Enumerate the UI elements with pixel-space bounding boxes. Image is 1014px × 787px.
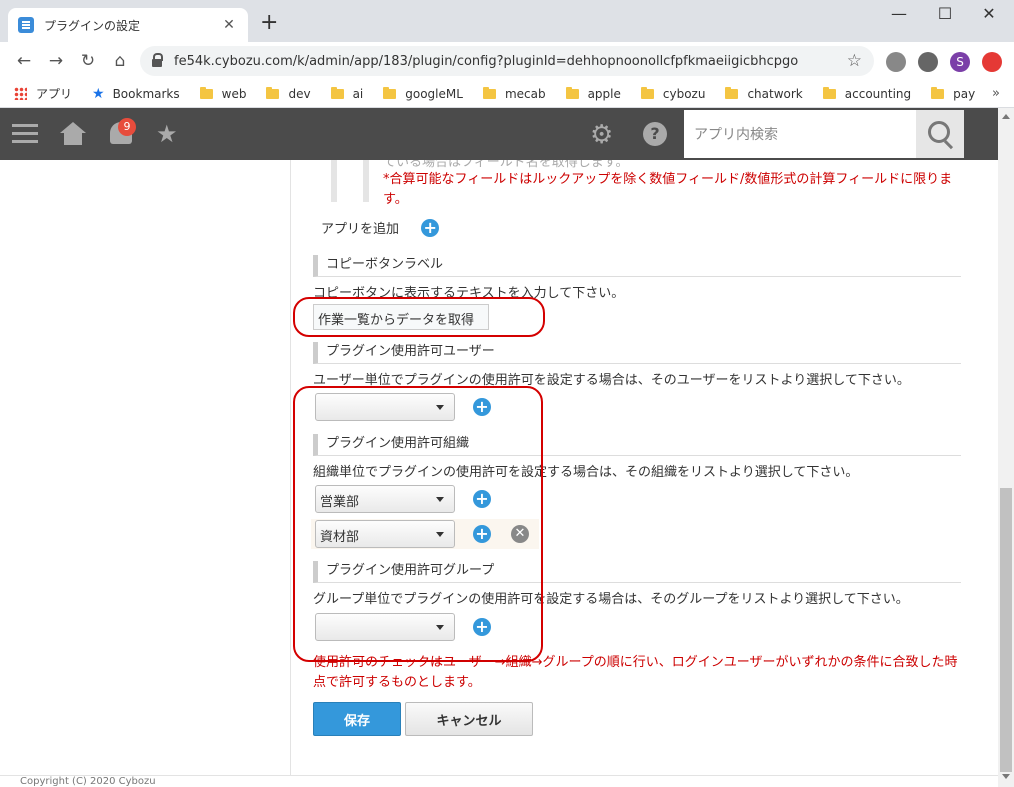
bookmark-folder[interactable]: pay [931, 86, 975, 101]
bookmark-folder[interactable]: dev [266, 86, 311, 101]
save-button[interactable]: 保存 [313, 702, 401, 736]
bookmark-folder[interactable]: ai [330, 86, 363, 101]
bookmark-folder[interactable]: cybozu [640, 86, 705, 101]
bookmark-folder[interactable]: chatwork [725, 86, 803, 101]
annotation-outline [293, 297, 545, 337]
notification-badge: 9 [118, 118, 136, 136]
back-button[interactable]: ← [8, 51, 40, 71]
tab-title: プラグインの設定 [44, 18, 141, 33]
bookmark-folder[interactable]: accounting [822, 86, 911, 101]
app-search-input[interactable]: アプリ内検索 [684, 110, 916, 158]
profile-avatar[interactable]: S [950, 52, 970, 72]
left-pane [0, 160, 290, 775]
reload-button[interactable]: ↻ [72, 51, 104, 71]
search-icon[interactable] [916, 110, 964, 158]
scroll-up-arrow-icon[interactable] [1002, 114, 1010, 119]
minimize-button[interactable]: — [876, 4, 922, 23]
kintone-favicon-icon [18, 17, 34, 33]
bookmarks-star-icon: ★ [92, 85, 105, 102]
menu-icon[interactable] [12, 124, 38, 127]
folder-icon [725, 86, 739, 99]
folder-icon [565, 86, 579, 99]
new-tab-button[interactable]: + [260, 12, 278, 34]
bookmark-bookmarks[interactable]: ★ Bookmarks [92, 86, 180, 102]
nested-indent-bar [331, 160, 337, 202]
bookmark-folder[interactable]: web [199, 86, 246, 101]
extension-gear-icon[interactable] [886, 52, 906, 72]
bookmark-folder[interactable]: apple [565, 86, 621, 101]
nested-indent-bar [363, 160, 369, 202]
add-app-button[interactable]: アプリを追加 + [321, 218, 440, 237]
apps-grid-icon [14, 87, 27, 100]
help-icon[interactable]: ? [643, 122, 667, 146]
bookmark-folder[interactable]: mecab [482, 86, 546, 101]
permission-order-note: 使用許可のチェックはユーザー→組織→グループの順に行い、ログインユーザーがいずれ… [313, 655, 958, 690]
maximize-button[interactable]: ☐ [922, 4, 968, 23]
favorites-star-icon[interactable]: ★ [156, 120, 178, 148]
extensions-puzzle-icon[interactable] [918, 52, 938, 72]
copy-button-label-title: コピーボタンラベル [313, 255, 961, 277]
folder-icon [330, 86, 344, 99]
folder-icon [266, 86, 280, 99]
browser-toolbar: ← → ↻ ⌂ fe54k.cybozu.com/k/admin/app/183… [0, 42, 1014, 80]
folder-icon [931, 86, 945, 99]
url-text[interactable]: fe54k.cybozu.com/k/admin/app/183/plugin/… [174, 54, 847, 69]
browser-tabstrip: プラグインの設定 ✕ + — ☐ ✕ [0, 0, 1014, 42]
cut-off-text: ている場合はフィールド名を取得します。 [383, 160, 629, 170]
home-icon[interactable] [60, 122, 86, 146]
extension-red-icon[interactable] [982, 52, 1002, 72]
bookmarks-bar: アプリ ★ Bookmarks web dev ai googleML mecab… [0, 80, 1014, 108]
browser-tab[interactable]: プラグインの設定 ✕ [8, 8, 248, 42]
close-window-button[interactable]: ✕ [966, 4, 1012, 23]
user-permission-title: プラグイン使用許可ユーザー [313, 342, 961, 364]
calc-field-note: *合算可能なフィールドはルックアップを除く数値フィールド/数値形式の計算フィール… [383, 172, 953, 207]
forward-button[interactable]: → [40, 51, 72, 71]
lock-icon[interactable] [152, 53, 163, 67]
tab-close-icon[interactable]: ✕ [220, 17, 238, 33]
bookmark-star-icon[interactable]: ☆ [847, 51, 862, 71]
annotation-outline [293, 386, 543, 662]
bookmarks-overflow-button[interactable]: » [992, 86, 1000, 101]
folder-icon [383, 86, 397, 99]
kintone-header: 9 ★ ⚙ ? アプリ内検索 [0, 108, 1014, 160]
settings-content: ている場合はフィールド名を取得します。 *合算可能なフィールドはルックアップを除… [290, 160, 998, 775]
cancel-button[interactable]: キャンセル [405, 702, 533, 736]
plugin-settings-page: ている場合はフィールド名を取得します。 *合算可能なフィールドはルックアップを除… [0, 160, 998, 775]
address-bar[interactable]: fe54k.cybozu.com/k/admin/app/183/plugin/… [140, 46, 874, 76]
footer-copyright: Copyright (C) 2020 Cybozu [0, 775, 998, 787]
page-scrollbar[interactable] [998, 108, 1014, 787]
plus-icon[interactable]: + [421, 219, 440, 237]
folder-icon [822, 86, 836, 99]
settings-gear-icon[interactable]: ⚙ [590, 120, 613, 150]
add-app-label: アプリを追加 [321, 222, 400, 237]
folder-icon [482, 86, 496, 99]
home-button[interactable]: ⌂ [104, 51, 136, 71]
folder-icon [199, 86, 213, 99]
folder-icon [640, 86, 654, 99]
scrollbar-thumb[interactable] [1000, 488, 1012, 772]
bookmark-folder[interactable]: googleML [383, 86, 463, 101]
scroll-down-arrow-icon[interactable] [1002, 774, 1010, 779]
bookmark-apps[interactable]: アプリ [14, 85, 72, 102]
